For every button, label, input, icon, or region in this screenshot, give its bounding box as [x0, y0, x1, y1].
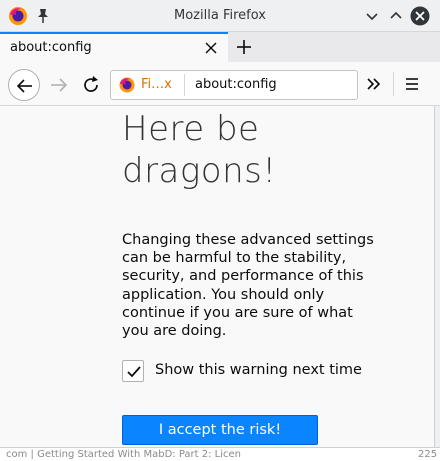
back-arrow-icon: [16, 79, 32, 93]
background-window-number: 225: [418, 449, 438, 460]
checkmark-icon: [127, 366, 141, 378]
tab-about-config[interactable]: about:config: [0, 32, 228, 62]
warning-text: Changing these advanced settings can be …: [122, 232, 374, 340]
back-button[interactable]: [8, 69, 40, 101]
new-tab-plus-icon[interactable]: [234, 37, 254, 57]
identity-box[interactable]: Fi…x: [115, 74, 185, 96]
tab-close-icon[interactable]: [204, 41, 218, 55]
toolbar-separator: [393, 72, 394, 96]
background-window-strip: com | Getting Started With MabD: Part 2:…: [0, 447, 440, 461]
reload-icon[interactable]: [80, 74, 102, 96]
hamburger-menu-icon[interactable]: [402, 74, 422, 94]
close-icon[interactable]: [410, 6, 430, 26]
window-right-edge: [434, 106, 440, 461]
tab-label: about:config: [10, 40, 92, 55]
identity-label: Fi…x: [141, 77, 172, 92]
background-window-text: com | Getting Started With MabD: Part 2:…: [6, 449, 241, 460]
minimize-icon[interactable]: [362, 6, 382, 26]
maximize-icon[interactable]: [386, 6, 406, 26]
overflow-chevrons-icon[interactable]: [364, 74, 384, 94]
page-title: Here be dragons!: [122, 109, 277, 191]
show-warning-checkbox[interactable]: [122, 360, 144, 382]
navigation-toolbar: Fi…x about:config: [0, 62, 440, 106]
window-titlebar: Mozilla Firefox: [0, 0, 440, 32]
show-warning-label[interactable]: Show this warning next time: [155, 362, 362, 378]
url-text[interactable]: about:config: [195, 77, 277, 92]
firefox-logo-icon: [119, 77, 135, 93]
tab-strip: about:config: [0, 32, 440, 62]
forward-arrow-icon[interactable]: [48, 74, 70, 96]
url-bar[interactable]: Fi…x about:config: [110, 70, 358, 100]
accept-risk-button[interactable]: I accept the risk!: [122, 415, 318, 445]
